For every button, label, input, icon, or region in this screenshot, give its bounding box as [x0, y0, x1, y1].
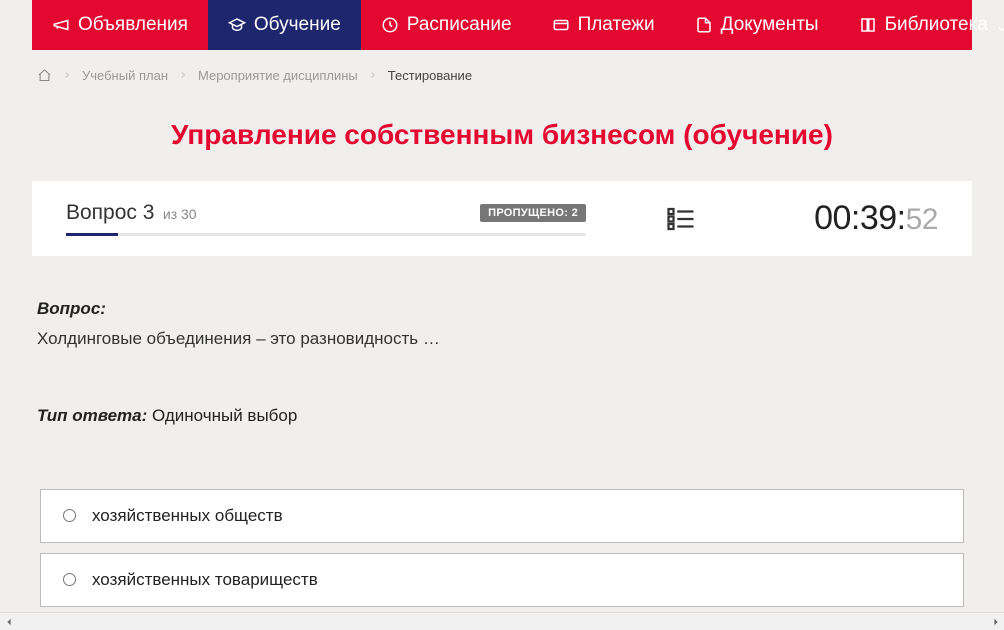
- answer-type-label: Тип ответа:: [37, 406, 147, 425]
- nav-label: Библиотека: [885, 14, 988, 36]
- answer-type-value: Одиночный выбор: [152, 406, 297, 425]
- nav-item-announcements[interactable]: Объявления: [32, 0, 208, 50]
- breadcrumb-link[interactable]: Учебный план: [82, 68, 168, 83]
- graduation-icon: [228, 16, 246, 34]
- timer-seconds: 52: [906, 203, 938, 237]
- nav-item-payments[interactable]: Платежи: [532, 0, 675, 50]
- breadcrumb-link[interactable]: Мероприятие дисциплины: [198, 68, 358, 83]
- question-progress: Вопрос 3 из 30 ПРОПУЩЕНО: 2: [66, 201, 586, 236]
- skipped-badge: ПРОПУЩЕНО: 2: [480, 204, 586, 222]
- nav-label: Расписание: [407, 14, 512, 36]
- progress-fill: [66, 233, 118, 236]
- chevron-right-icon: [178, 68, 188, 83]
- main-navbar: Объявления Обучение Расписание Платежи: [32, 0, 972, 50]
- answer-option[interactable]: хозяйственных обществ: [40, 489, 964, 543]
- timer-main: 00:39:: [814, 199, 906, 238]
- answer-text: хозяйственных обществ: [92, 506, 283, 526]
- question-total: из 30: [163, 206, 197, 222]
- breadcrumb-current: Тестирование: [388, 68, 472, 83]
- nav-label: Обучение: [254, 14, 341, 36]
- scrollbar-track[interactable]: [17, 617, 987, 627]
- question-body: Вопрос: Холдинговые объединения – это ра…: [32, 256, 972, 429]
- file-icon: [695, 16, 713, 34]
- nav-item-schedule[interactable]: Расписание: [361, 0, 532, 50]
- answer-option[interactable]: хозяйственных товариществ: [40, 553, 964, 607]
- progress-bar: [66, 233, 586, 236]
- chevron-down-icon: [996, 19, 1004, 31]
- timer: 00:39:52: [814, 199, 938, 238]
- nav-item-education[interactable]: Обучение: [208, 0, 361, 50]
- question-text: Холдинговые объединения – это разновидно…: [37, 326, 967, 352]
- chevron-right-icon: [368, 68, 378, 83]
- answer-text: хозяйственных товариществ: [92, 570, 318, 590]
- nav-item-documents[interactable]: Документы: [675, 0, 839, 50]
- nav-label: Платежи: [578, 14, 655, 36]
- answer-radio[interactable]: [63, 573, 76, 586]
- breadcrumb: Учебный план Мероприятие дисциплины Тест…: [32, 50, 972, 91]
- horizontal-scrollbar[interactable]: [0, 612, 1004, 630]
- megaphone-icon: [52, 16, 70, 34]
- question-list-icon[interactable]: [666, 204, 696, 234]
- answers-list: хозяйственных обществ хозяйственных това…: [32, 489, 972, 613]
- scroll-left-arrow-icon[interactable]: [0, 613, 17, 630]
- scroll-right-arrow-icon[interactable]: [987, 613, 1004, 630]
- status-bar: Вопрос 3 из 30 ПРОПУЩЕНО: 2 00:39:52: [32, 181, 972, 256]
- chevron-right-icon: [62, 68, 72, 83]
- page-title: Управление собственным бизнесом (обучени…: [32, 119, 972, 151]
- question-prompt-label: Вопрос:: [37, 299, 106, 318]
- nav-item-library[interactable]: Библиотека: [839, 0, 1004, 50]
- home-icon[interactable]: [37, 68, 52, 83]
- book-icon: [859, 16, 877, 34]
- question-number: Вопрос 3: [66, 201, 154, 224]
- nav-label: Документы: [721, 14, 819, 36]
- clock-icon: [381, 16, 399, 34]
- answer-radio[interactable]: [63, 509, 76, 522]
- card-icon: [552, 16, 570, 34]
- nav-label: Объявления: [78, 14, 188, 36]
